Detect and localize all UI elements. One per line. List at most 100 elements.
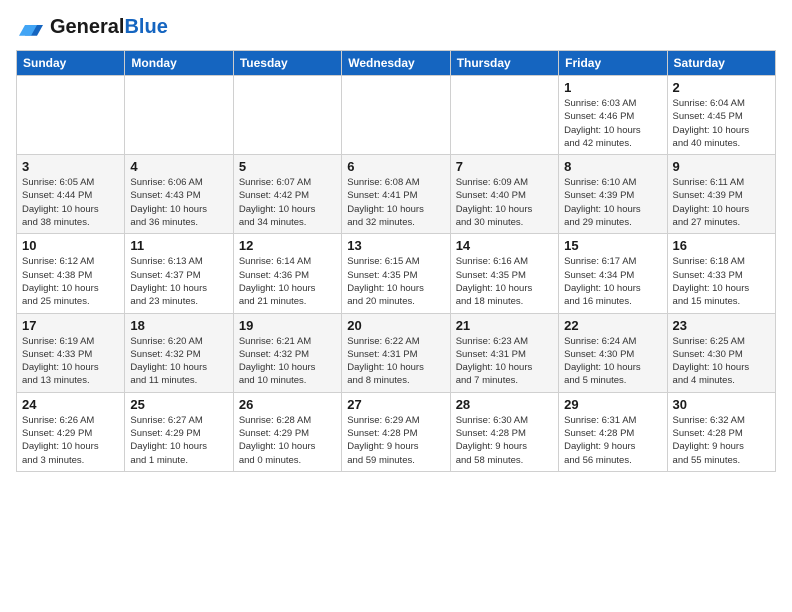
weekday-header-cell: Sunday [17,51,125,76]
day-number: 7 [456,159,553,174]
calendar-table: SundayMondayTuesdayWednesdayThursdayFrid… [16,50,776,472]
page-header: GeneralBlue [16,16,776,38]
day-number: 8 [564,159,661,174]
calendar-day-cell: 9Sunrise: 6:11 AM Sunset: 4:39 PM Daylig… [667,155,775,234]
day-detail: Sunrise: 6:16 AM Sunset: 4:35 PM Dayligh… [456,255,553,308]
day-number: 18 [130,318,227,333]
day-detail: Sunrise: 6:15 AM Sunset: 4:35 PM Dayligh… [347,255,444,308]
day-number: 26 [239,397,336,412]
calendar-day-cell: 27 Sunrise: 6:29 AM Sunset: 4:28 PM Dayli… [342,392,450,471]
calendar-day-cell: 30 Sunrise: 6:32 AM Sunset: 4:28 PM Dayli… [667,392,775,471]
day-number: 5 [239,159,336,174]
day-detail: Sunrise: 6:07 AM Sunset: 4:42 PM Dayligh… [239,176,336,229]
calendar-day-cell: 6 Sunrise: 6:08 AM Sunset: 4:41 PM Daylig… [342,155,450,234]
calendar-day-cell: 28Sunrise: 6:30 AM Sunset: 4:28 PM Dayli… [450,392,558,471]
day-number: 10 [22,238,119,253]
calendar-week-row: 24Sunrise: 6:26 AM Sunset: 4:29 PM Dayli… [17,392,776,471]
day-detail: Sunrise: 6:03 AM Sunset: 4:46 PM Dayligh… [564,97,661,150]
day-detail: Sunrise: 6:24 AM Sunset: 4:30 PM Dayligh… [564,335,661,388]
calendar-day-cell: 21Sunrise: 6:23 AM Sunset: 4:31 PM Dayli… [450,313,558,392]
calendar-day-cell: 18 Sunrise: 6:20 AM Sunset: 4:32 PM Dayli… [125,313,233,392]
day-detail: Sunrise: 6:27 AM Sunset: 4:29 PM Dayligh… [130,414,227,467]
calendar-week-row: 3Sunrise: 6:05 AM Sunset: 4:44 PM Daylig… [17,155,776,234]
calendar-day-cell: 26Sunrise: 6:28 AM Sunset: 4:29 PM Dayli… [233,392,341,471]
logo-text: GeneralBlue [50,16,168,38]
calendar-day-cell: 15 Sunrise: 6:17 AM Sunset: 4:34 PM Dayli… [559,234,667,313]
day-number: 13 [347,238,444,253]
day-number: 19 [239,318,336,333]
day-number: 24 [22,397,119,412]
day-number: 27 [347,397,444,412]
day-number: 12 [239,238,336,253]
day-detail: Sunrise: 6:12 AM Sunset: 4:38 PM Dayligh… [22,255,119,308]
calendar-week-row: 10 Sunrise: 6:12 AM Sunset: 4:38 PM Dayli… [17,234,776,313]
logo-icon [16,19,46,37]
calendar-day-cell: 20 Sunrise: 6:22 AM Sunset: 4:31 PM Dayli… [342,313,450,392]
day-detail: Sunrise: 6:18 AM Sunset: 4:33 PM Dayligh… [673,255,770,308]
day-detail: Sunrise: 6:20 AM Sunset: 4:32 PM Dayligh… [130,335,227,388]
day-number: 25 [130,397,227,412]
day-number: 6 [347,159,444,174]
calendar-day-cell: 3Sunrise: 6:05 AM Sunset: 4:44 PM Daylig… [17,155,125,234]
calendar-day-cell: 17 Sunrise: 6:19 AM Sunset: 4:33 PM Dayli… [17,313,125,392]
calendar-day-cell [17,76,125,155]
calendar-day-cell [450,76,558,155]
day-detail: Sunrise: 6:08 AM Sunset: 4:41 PM Dayligh… [347,176,444,229]
calendar-day-cell: 13 Sunrise: 6:15 AM Sunset: 4:35 PM Dayli… [342,234,450,313]
day-detail: Sunrise: 6:05 AM Sunset: 4:44 PM Dayligh… [22,176,119,229]
weekday-header-cell: Friday [559,51,667,76]
weekday-header-cell: Monday [125,51,233,76]
calendar-day-cell: 7 Sunrise: 6:09 AM Sunset: 4:40 PM Daylig… [450,155,558,234]
logo: GeneralBlue [16,16,168,38]
weekday-header-cell: Saturday [667,51,775,76]
calendar-day-cell: 25 Sunrise: 6:27 AM Sunset: 4:29 PM Dayli… [125,392,233,471]
day-detail: Sunrise: 6:31 AM Sunset: 4:28 PM Dayligh… [564,414,661,467]
day-detail: Sunrise: 6:23 AM Sunset: 4:31 PM Dayligh… [456,335,553,388]
calendar-day-cell: 23 Sunrise: 6:25 AM Sunset: 4:30 PM Dayli… [667,313,775,392]
day-detail: Sunrise: 6:06 AM Sunset: 4:43 PM Dayligh… [130,176,227,229]
day-detail: Sunrise: 6:22 AM Sunset: 4:31 PM Dayligh… [347,335,444,388]
day-detail: Sunrise: 6:25 AM Sunset: 4:30 PM Dayligh… [673,335,770,388]
day-detail: Sunrise: 6:32 AM Sunset: 4:28 PM Dayligh… [673,414,770,467]
calendar-day-cell: 8 Sunrise: 6:10 AM Sunset: 4:39 PM Daylig… [559,155,667,234]
calendar-body: 1 Sunrise: 6:03 AM Sunset: 4:46 PM Daylig… [17,76,776,472]
day-number: 17 [22,318,119,333]
calendar-day-cell: 16 Sunrise: 6:18 AM Sunset: 4:33 PM Dayli… [667,234,775,313]
day-detail: Sunrise: 6:21 AM Sunset: 4:32 PM Dayligh… [239,335,336,388]
calendar-day-cell: 29 Sunrise: 6:31 AM Sunset: 4:28 PM Dayli… [559,392,667,471]
day-number: 29 [564,397,661,412]
day-detail: Sunrise: 6:11 AM Sunset: 4:39 PM Dayligh… [673,176,770,229]
weekday-header-cell: Tuesday [233,51,341,76]
day-detail: Sunrise: 6:19 AM Sunset: 4:33 PM Dayligh… [22,335,119,388]
day-detail: Sunrise: 6:13 AM Sunset: 4:37 PM Dayligh… [130,255,227,308]
calendar-day-cell: 10 Sunrise: 6:12 AM Sunset: 4:38 PM Dayli… [17,234,125,313]
day-detail: Sunrise: 6:29 AM Sunset: 4:28 PM Dayligh… [347,414,444,467]
calendar-week-row: 17 Sunrise: 6:19 AM Sunset: 4:33 PM Dayli… [17,313,776,392]
day-number: 15 [564,238,661,253]
day-number: 14 [456,238,553,253]
calendar-day-cell: 2Sunrise: 6:04 AM Sunset: 4:45 PM Daylig… [667,76,775,155]
calendar-day-cell [233,76,341,155]
calendar-day-cell: 1 Sunrise: 6:03 AM Sunset: 4:46 PM Daylig… [559,76,667,155]
day-number: 28 [456,397,553,412]
calendar-day-cell: 11Sunrise: 6:13 AM Sunset: 4:37 PM Dayli… [125,234,233,313]
day-number: 30 [673,397,770,412]
calendar-day-cell: 12 Sunrise: 6:14 AM Sunset: 4:36 PM Dayli… [233,234,341,313]
calendar-day-cell: 5 Sunrise: 6:07 AM Sunset: 4:42 PM Daylig… [233,155,341,234]
day-number: 23 [673,318,770,333]
weekday-header-row: SundayMondayTuesdayWednesdayThursdayFrid… [17,51,776,76]
calendar-day-cell: 22 Sunrise: 6:24 AM Sunset: 4:30 PM Dayli… [559,313,667,392]
day-detail: Sunrise: 6:09 AM Sunset: 4:40 PM Dayligh… [456,176,553,229]
day-number: 4 [130,159,227,174]
day-number: 1 [564,80,661,95]
calendar-day-cell [342,76,450,155]
calendar-day-cell [125,76,233,155]
day-detail: Sunrise: 6:04 AM Sunset: 4:45 PM Dayligh… [673,97,770,150]
day-detail: Sunrise: 6:14 AM Sunset: 4:36 PM Dayligh… [239,255,336,308]
day-detail: Sunrise: 6:10 AM Sunset: 4:39 PM Dayligh… [564,176,661,229]
day-number: 16 [673,238,770,253]
calendar-day-cell: 14 Sunrise: 6:16 AM Sunset: 4:35 PM Dayli… [450,234,558,313]
day-number: 20 [347,318,444,333]
day-number: 22 [564,318,661,333]
day-detail: Sunrise: 6:17 AM Sunset: 4:34 PM Dayligh… [564,255,661,308]
